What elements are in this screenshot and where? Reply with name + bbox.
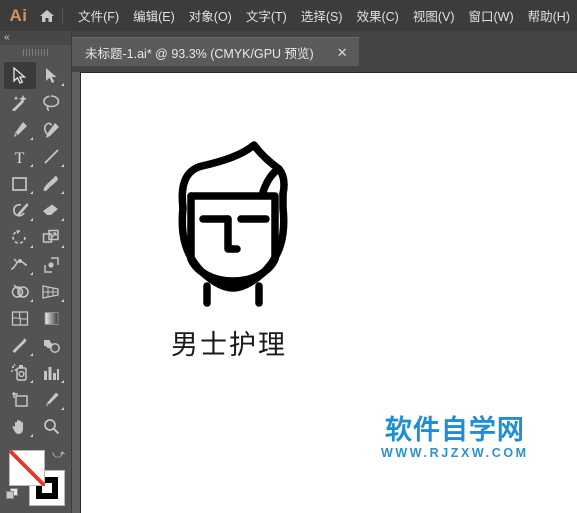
home-icon[interactable] <box>33 9 60 23</box>
shaper-tool[interactable] <box>4 197 36 224</box>
tool-flyout-indicator <box>29 218 33 221</box>
scale-tool[interactable] <box>36 224 68 251</box>
watermark-url: WWW.RJZXW.COM <box>381 446 529 461</box>
document-tab[interactable]: 未标题-1.ai* @ 93.3% (CMYK/GPU 预览) ✕ <box>72 37 359 66</box>
hand-tool[interactable] <box>4 413 36 440</box>
mens-grooming-head-icon[interactable] <box>166 138 301 318</box>
tools-panel-header: « <box>0 31 71 45</box>
tool-flyout-indicator <box>29 191 33 194</box>
rectangle-tool[interactable] <box>4 170 36 197</box>
lasso-tool[interactable] <box>36 89 68 116</box>
collapse-panel-icon[interactable]: « <box>4 31 9 45</box>
none-indicator <box>9 450 45 486</box>
pen-tool[interactable] <box>4 116 36 143</box>
tools-panel: « T ⤻ <box>0 31 72 513</box>
menu-view[interactable]: 视图(V) <box>406 3 462 28</box>
eraser-tool[interactable] <box>36 197 68 224</box>
direct-selection-tool[interactable] <box>36 62 68 89</box>
grip-dots <box>22 48 49 56</box>
line-segment-tool[interactable] <box>36 143 68 170</box>
column-graph-tool[interactable] <box>36 359 68 386</box>
close-icon[interactable]: ✕ <box>334 46 351 59</box>
tool-flyout-indicator <box>29 434 33 437</box>
menu-object[interactable]: 对象(O) <box>182 3 239 28</box>
tool-flyout-indicator <box>61 83 64 86</box>
tool-flyout-indicator <box>29 299 33 302</box>
rotate-tool[interactable] <box>4 224 36 251</box>
swap-fill-stroke-icon[interactable]: ⤻ <box>52 447 65 462</box>
menu-effect[interactable]: 效果(C) <box>349 3 405 28</box>
tool-flyout-indicator <box>29 353 33 356</box>
zoom-tool[interactable] <box>36 413 68 440</box>
tool-flyout-indicator <box>29 245 33 248</box>
watermark-title: 软件自学网 <box>384 415 525 445</box>
document-tab-title: 未标题-1.ai* @ 93.3% (CMYK/GPU 预览) <box>85 46 314 61</box>
tool-flyout-indicator <box>61 407 64 410</box>
menu-help[interactable]: 帮助(H) <box>521 3 577 28</box>
tool-flyout-indicator <box>29 164 33 167</box>
menu-edit[interactable]: 编辑(E) <box>126 3 182 28</box>
tool-flyout-indicator <box>29 137 33 140</box>
tool-flyout-indicator <box>61 164 64 167</box>
menu-bar: Ai 文件(F) 编辑(E) 对象(O) 文字(T) 选择(S) 效果(C) 视… <box>0 0 577 31</box>
document-tab-bar: 未标题-1.ai* @ 93.3% (CMYK/GPU 预览) ✕ <box>0 31 577 72</box>
svg-text:T: T <box>15 150 25 165</box>
tools-grid: T <box>0 59 71 440</box>
artboard[interactable]: 男士护理 软件自学网 WWW.RJZXW.COM <box>80 72 577 513</box>
menu-window[interactable]: 窗口(W) <box>462 3 521 28</box>
default-front <box>6 491 14 499</box>
artwork-label[interactable]: 男士护理 <box>171 323 287 362</box>
fill-swatch[interactable] <box>9 450 45 486</box>
menu-type[interactable]: 文字(T) <box>239 3 294 28</box>
type-tool[interactable]: T <box>4 143 36 170</box>
artboard-tool[interactable] <box>4 386 36 413</box>
curvature-tool[interactable] <box>36 116 68 143</box>
tool-flyout-indicator <box>61 218 64 221</box>
illustrator-window: Ai 文件(F) 编辑(E) 对象(O) 文字(T) 选择(S) 效果(C) 视… <box>0 0 577 513</box>
default-fill-stroke-icon[interactable] <box>6 488 18 500</box>
canvas-area[interactable]: 男士护理 软件自学网 WWW.RJZXW.COM <box>0 72 577 513</box>
watermark: 软件自学网 WWW.RJZXW.COM <box>381 415 529 461</box>
paintbrush-tool[interactable] <box>36 170 68 197</box>
tool-flyout-indicator <box>61 299 64 302</box>
selection-tool[interactable] <box>4 62 36 89</box>
menu-separator <box>62 7 64 24</box>
magic-wand-tool[interactable] <box>4 89 36 116</box>
blend-tool[interactable] <box>36 332 68 359</box>
tool-flyout-indicator <box>61 380 64 383</box>
ai-logo: Ai <box>9 5 28 25</box>
color-swatches: ⤻ <box>0 446 71 513</box>
menu-file[interactable]: 文件(F) <box>71 3 126 28</box>
tool-flyout-indicator <box>61 245 64 248</box>
panel-drag-handle[interactable] <box>0 45 71 59</box>
width-tool[interactable] <box>4 251 36 278</box>
tool-flyout-indicator <box>29 272 33 275</box>
tool-flyout-indicator <box>29 380 33 383</box>
eyedropper-tool[interactable] <box>4 332 36 359</box>
tool-flyout-indicator <box>61 191 64 194</box>
gradient-tool[interactable] <box>36 305 68 332</box>
perspective-grid-tool[interactable] <box>36 278 68 305</box>
menu-select[interactable]: 选择(S) <box>294 3 350 28</box>
free-transform-tool[interactable] <box>36 251 68 278</box>
slice-tool[interactable] <box>36 386 68 413</box>
mesh-tool[interactable] <box>4 305 36 332</box>
symbol-sprayer-tool[interactable] <box>4 359 36 386</box>
shape-builder-tool[interactable] <box>4 278 36 305</box>
